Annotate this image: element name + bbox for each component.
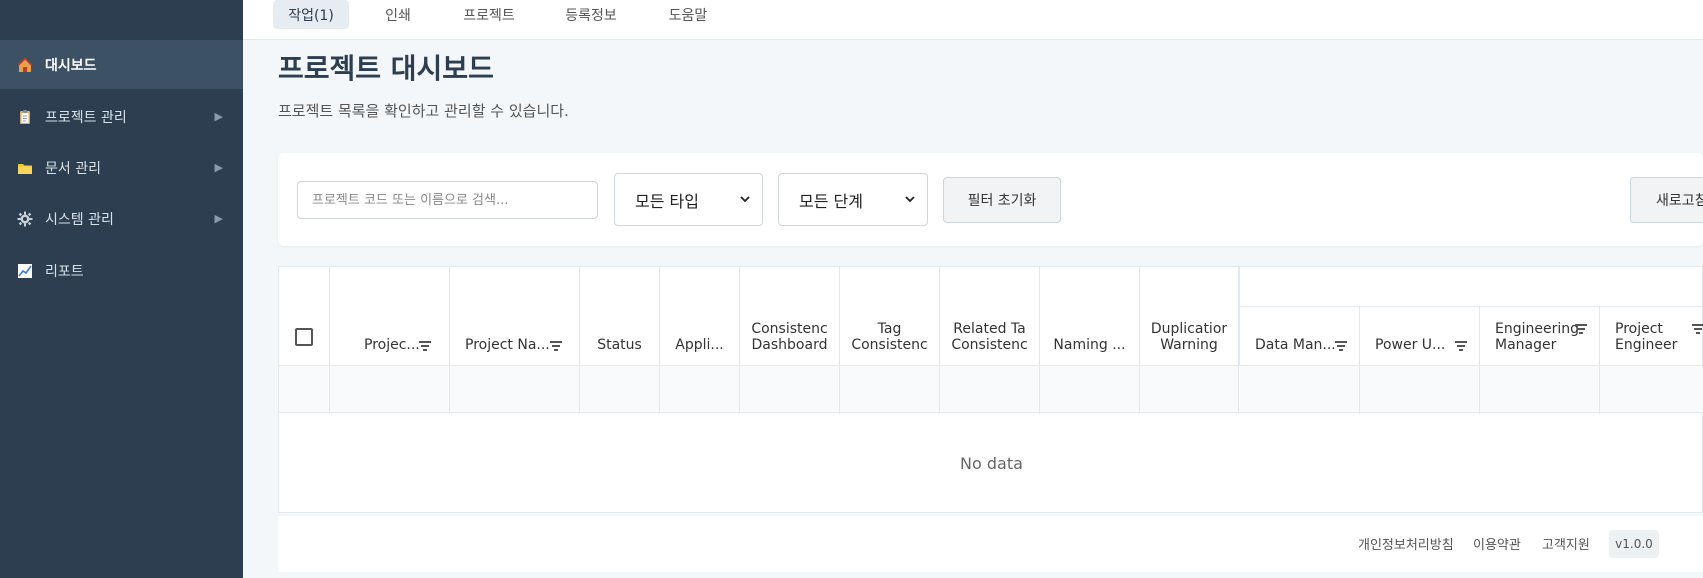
column-header-label: Engineer xyxy=(1615,337,1678,353)
tab-project[interactable]: 프로젝트 xyxy=(456,0,522,29)
filter-icon[interactable] xyxy=(1455,341,1467,351)
sidebar-item-label: 프로젝트 관리 xyxy=(45,109,127,126)
filter-cell[interactable] xyxy=(580,366,660,414)
tab-tasks[interactable]: 작업(1) xyxy=(273,0,349,29)
filter-cell[interactable] xyxy=(1239,366,1360,414)
chevron-right-icon: ▶ xyxy=(214,161,223,174)
tab-print[interactable]: 인쇄 xyxy=(374,0,422,29)
column-header-label: Tag xyxy=(877,321,902,337)
version-badge: v1.0.0 xyxy=(1609,530,1659,558)
chevron-down-icon xyxy=(905,193,915,206)
column-header[interactable]: Projec... xyxy=(330,267,450,365)
sidebar-item-dashboard[interactable]: 대시보드 xyxy=(0,40,243,89)
column-header-label: Project xyxy=(1615,321,1663,337)
filter-cell[interactable] xyxy=(1140,366,1239,414)
filter-cell[interactable] xyxy=(660,366,740,414)
column-header[interactable]: Status xyxy=(580,267,660,365)
column-header-label: Dashboard xyxy=(751,337,828,353)
column-header-label: Manager xyxy=(1495,337,1557,353)
sidebar-item-label: 시스템 관리 xyxy=(45,211,114,228)
column-header[interactable]: Power U... xyxy=(1360,307,1480,365)
support-link[interactable]: 고객지원 xyxy=(1542,534,1590,553)
filter-cell[interactable] xyxy=(1040,366,1140,414)
sidebar: 대시보드 프로젝트 관리 ▶ 문서 관리 ▶ 시스템 관리 ▶ 리포트 xyxy=(0,0,243,578)
reset-filter-button[interactable]: 필터 초기화 xyxy=(943,177,1061,223)
column-header-label: Status xyxy=(597,337,642,353)
sidebar-item-label: 대시보드 xyxy=(45,57,97,74)
column-header[interactable]: Tag Consistenc xyxy=(840,267,940,365)
filter-cell[interactable] xyxy=(840,366,940,414)
column-header[interactable]: Engineering Manager xyxy=(1480,307,1600,365)
column-header-label: Related Ta xyxy=(953,321,1026,337)
column-header[interactable]: Project Engineer xyxy=(1600,307,1703,365)
gear-icon xyxy=(16,210,34,228)
filter-cell[interactable] xyxy=(279,366,330,414)
column-filter-row xyxy=(279,365,1703,414)
privacy-policy-link[interactable]: 개인정보처리방침 xyxy=(1358,534,1454,553)
column-header-label: Consistenc xyxy=(751,321,828,337)
stage-select[interactable]: 모든 단계 xyxy=(778,173,928,226)
column-header[interactable]: Appli... xyxy=(660,267,740,365)
column-header[interactable]: Consistenc Dashboard xyxy=(740,267,840,365)
sidebar-item-document-management[interactable]: 문서 관리 ▶ xyxy=(0,143,243,192)
column-header[interactable]: Duplicatior Warning xyxy=(1140,267,1239,365)
column-header-label: Consistenc xyxy=(951,337,1028,353)
column-header-label: Appli... xyxy=(675,337,724,353)
filter-icon[interactable] xyxy=(419,341,431,351)
column-header-label: Naming ... xyxy=(1053,337,1126,353)
select-all-header xyxy=(279,267,330,365)
filter-cell[interactable] xyxy=(1480,366,1600,414)
type-select[interactable]: 모든 타입 xyxy=(614,173,763,226)
page-title: 프로젝트 대시보드 xyxy=(278,52,494,85)
sidebar-item-label: 문서 관리 xyxy=(45,160,101,177)
filter-icon[interactable] xyxy=(1335,341,1347,351)
tab-help[interactable]: 도움말 xyxy=(661,0,715,29)
column-header[interactable]: Data Man... xyxy=(1239,307,1360,365)
terms-link[interactable]: 이용약관 xyxy=(1473,534,1521,553)
filter-icon[interactable] xyxy=(1692,324,1703,334)
tab-properties[interactable]: 등록정보 xyxy=(556,0,626,29)
sidebar-item-system-management[interactable]: 시스템 관리 ▶ xyxy=(0,194,243,243)
search-input[interactable] xyxy=(297,181,598,219)
filter-cell[interactable] xyxy=(450,366,580,414)
house-icon xyxy=(16,56,34,74)
column-header-label: Engineering xyxy=(1495,321,1579,337)
column-group-header xyxy=(1239,267,1703,307)
column-header[interactable]: Naming ... xyxy=(1040,267,1140,365)
filter-icon[interactable] xyxy=(550,341,562,351)
sidebar-item-project-management[interactable]: 프로젝트 관리 ▶ xyxy=(0,92,243,141)
column-header-label: Projec... xyxy=(364,337,420,353)
column-header-label: Duplicatior xyxy=(1150,321,1228,337)
type-select-value: 모든 타입 xyxy=(635,191,699,211)
data-table: Projec... Project Na... Status Appli... … xyxy=(278,266,1703,513)
filter-cell[interactable] xyxy=(940,366,1040,414)
sidebar-item-report[interactable]: 리포트 xyxy=(0,246,243,295)
folder-icon xyxy=(16,159,34,177)
filter-cell[interactable] xyxy=(1360,366,1480,414)
filter-icon[interactable] xyxy=(1575,324,1587,334)
column-header-label: Warning xyxy=(1160,337,1218,353)
page-subtitle: 프로젝트 목록을 확인하고 관리할 수 있습니다. xyxy=(278,102,569,120)
empty-state-text: No data xyxy=(960,454,1023,473)
stage-select-value: 모든 단계 xyxy=(799,191,863,211)
filter-cell[interactable] xyxy=(1600,366,1703,414)
filter-cell[interactable] xyxy=(330,366,450,414)
chevron-right-icon: ▶ xyxy=(214,110,223,123)
column-header[interactable]: Project Na... xyxy=(450,267,580,365)
column-header[interactable]: Related Ta Consistenc xyxy=(940,267,1040,365)
select-all-checkbox[interactable] xyxy=(295,328,313,346)
chevron-down-icon xyxy=(740,193,750,206)
chevron-right-icon: ▶ xyxy=(214,212,223,225)
column-header-label: Consistenc xyxy=(851,337,928,353)
sidebar-item-label: 리포트 xyxy=(45,263,84,280)
chart-icon xyxy=(16,262,34,280)
clipboard-icon xyxy=(16,108,34,126)
refresh-button[interactable]: 새로고침 xyxy=(1630,177,1703,223)
filter-cell[interactable] xyxy=(740,366,840,414)
